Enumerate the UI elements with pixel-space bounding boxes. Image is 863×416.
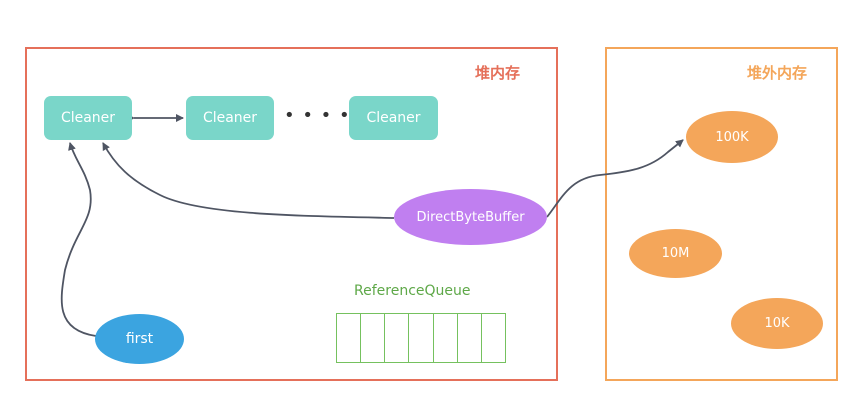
queue-cell: [482, 314, 505, 362]
direct-byte-buffer-node: DirectByteBuffer: [394, 189, 547, 245]
queue-cell: [385, 314, 410, 362]
memory-block-10k: 10K: [731, 298, 823, 349]
first-node: first: [95, 314, 184, 364]
queue-cell: [458, 314, 482, 362]
reference-queue: [336, 313, 506, 363]
memory-block-100k: 100K: [686, 111, 778, 163]
dbb-to-100k-arrow: [546, 139, 684, 218]
cleaner-node: Cleaner: [349, 96, 438, 140]
dbb-to-cleaner-arrow: [102, 142, 395, 219]
cleaner-node: Cleaner: [44, 96, 132, 140]
queue-cell: [361, 314, 386, 362]
queue-cell: [434, 314, 458, 362]
queue-cell: [409, 314, 434, 362]
memory-block-10m: 10M: [629, 229, 722, 278]
first-to-cleaner-arrow: [60, 142, 97, 337]
queue-cell: [337, 314, 362, 362]
cleaner-node: Cleaner: [186, 96, 274, 140]
reference-queue-label: ReferenceQueue: [354, 283, 471, 299]
